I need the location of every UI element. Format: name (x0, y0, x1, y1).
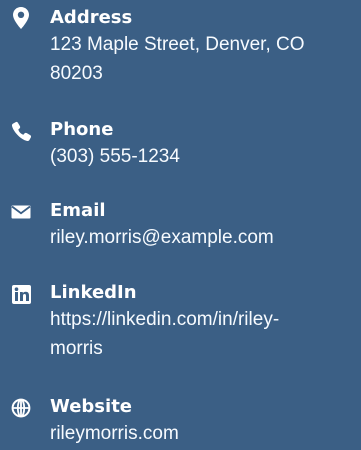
linkedin-icon (10, 283, 32, 305)
contact-label-email: Email (50, 200, 106, 221)
linkedin-line-1: https://linkedin.com/in/riley- (50, 309, 280, 330)
contact-label-website: Website (50, 396, 133, 417)
contact-list: Address 123 Maple Street, Denver, CO 802… (0, 0, 361, 450)
map-marker-icon (10, 7, 32, 29)
envelope-icon (10, 201, 32, 223)
linkedin-value[interactable]: https://linkedin.com/in/riley- morris (50, 305, 355, 363)
phone-value[interactable]: (303) 555-1234 (50, 142, 355, 171)
website-value[interactable]: rileymorris.com (50, 419, 355, 448)
phone-icon (10, 120, 32, 142)
address-value: 123 Maple Street, Denver, CO 80203 (50, 30, 355, 88)
contact-label-linkedin: LinkedIn (50, 282, 137, 303)
address-line-2: 80203 (50, 63, 103, 84)
email-value[interactable]: riley.morris@example.com (50, 223, 355, 252)
globe-icon (10, 397, 32, 419)
contact-label-phone: Phone (50, 119, 114, 140)
contact-label-address: Address (50, 7, 133, 28)
address-line-1: 123 Maple Street, Denver, CO (50, 34, 305, 55)
linkedin-line-2: morris (50, 338, 103, 359)
